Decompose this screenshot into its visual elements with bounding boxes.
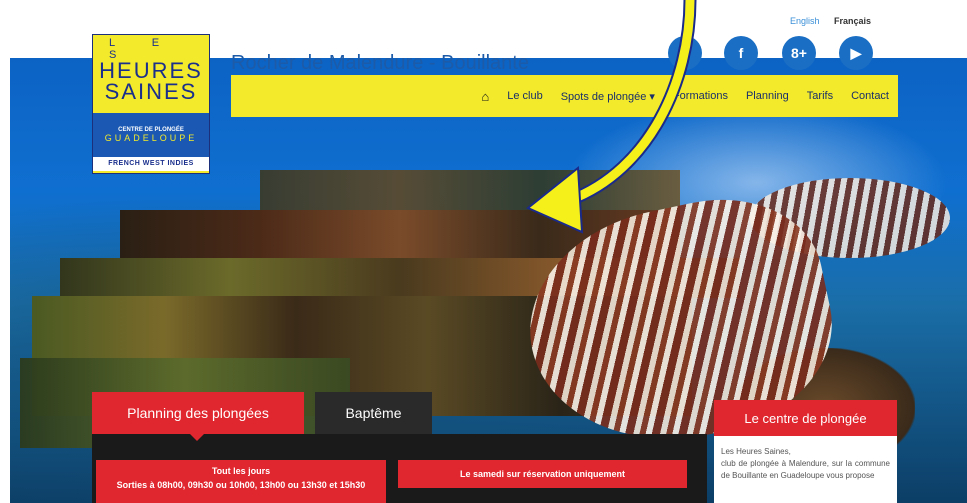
googleplus-icon[interactable]: 8+ — [782, 36, 816, 70]
language-english-link[interactable]: English — [790, 16, 820, 26]
sidebar-title: Le centre de plongée — [714, 400, 897, 436]
tab-planning-des-plongees[interactable]: Planning des plongées — [92, 392, 304, 441]
club-logo[interactable]: L E S HEURES SAINES CENTRE DE PLONGÉE GU… — [92, 34, 210, 174]
sidebar-line-1: Les Heures Saines, — [721, 447, 791, 456]
phone-icon[interactable]: ✆ — [668, 36, 702, 70]
site-title: Rocher de Malendure - Bouillante — [231, 52, 529, 74]
logo-saines: SAINES — [104, 79, 198, 104]
nav-item-formations[interactable]: Formations — [664, 90, 737, 102]
language-francais-link[interactable]: Français — [834, 16, 871, 26]
nav-item-le-club[interactable]: Le club — [498, 90, 551, 102]
youtube-icon[interactable]: ▶ — [839, 36, 873, 70]
main-navbar: ⌂ Le club Spots de plongée ▾ Formations … — [231, 75, 898, 117]
logo-fwi: FRENCH WEST INDIES — [93, 157, 209, 171]
nav-item-tarifs[interactable]: Tarifs — [798, 90, 842, 102]
logo-heures: HEURES — [99, 58, 203, 83]
nav-item-planning[interactable]: Planning — [737, 90, 798, 102]
saturday-schedule-card: Le samedi sur réservation uniquement — [398, 460, 687, 488]
logo-guadeloupe: GUADELOUPE — [104, 133, 198, 143]
nav-item-contact[interactable]: Contact — [842, 90, 898, 102]
sidebar-line-2: club de plongée à Malendure, sur la comm… — [721, 459, 890, 480]
sidebar-body: Les Heures Saines, club de plongée à Mal… — [714, 436, 897, 503]
logo-blue-band: CENTRE DE PLONGÉE GUADELOUPE — [93, 113, 209, 157]
home-icon[interactable]: ⌂ — [472, 89, 498, 104]
daily-schedule-card: Tout les jours Sorties à 08h00, 09h30 ou… — [96, 460, 386, 503]
tab-bapteme[interactable]: Baptême — [315, 392, 432, 434]
nav-item-spots[interactable]: Spots de plongée ▾ — [552, 90, 664, 103]
daily-schedule-title: Tout les jours — [211, 466, 271, 476]
daily-schedule-body: Sorties à 08h00, 09h30 ou 10h00, 13h00 o… — [116, 480, 366, 490]
facebook-icon[interactable]: f — [724, 36, 758, 70]
